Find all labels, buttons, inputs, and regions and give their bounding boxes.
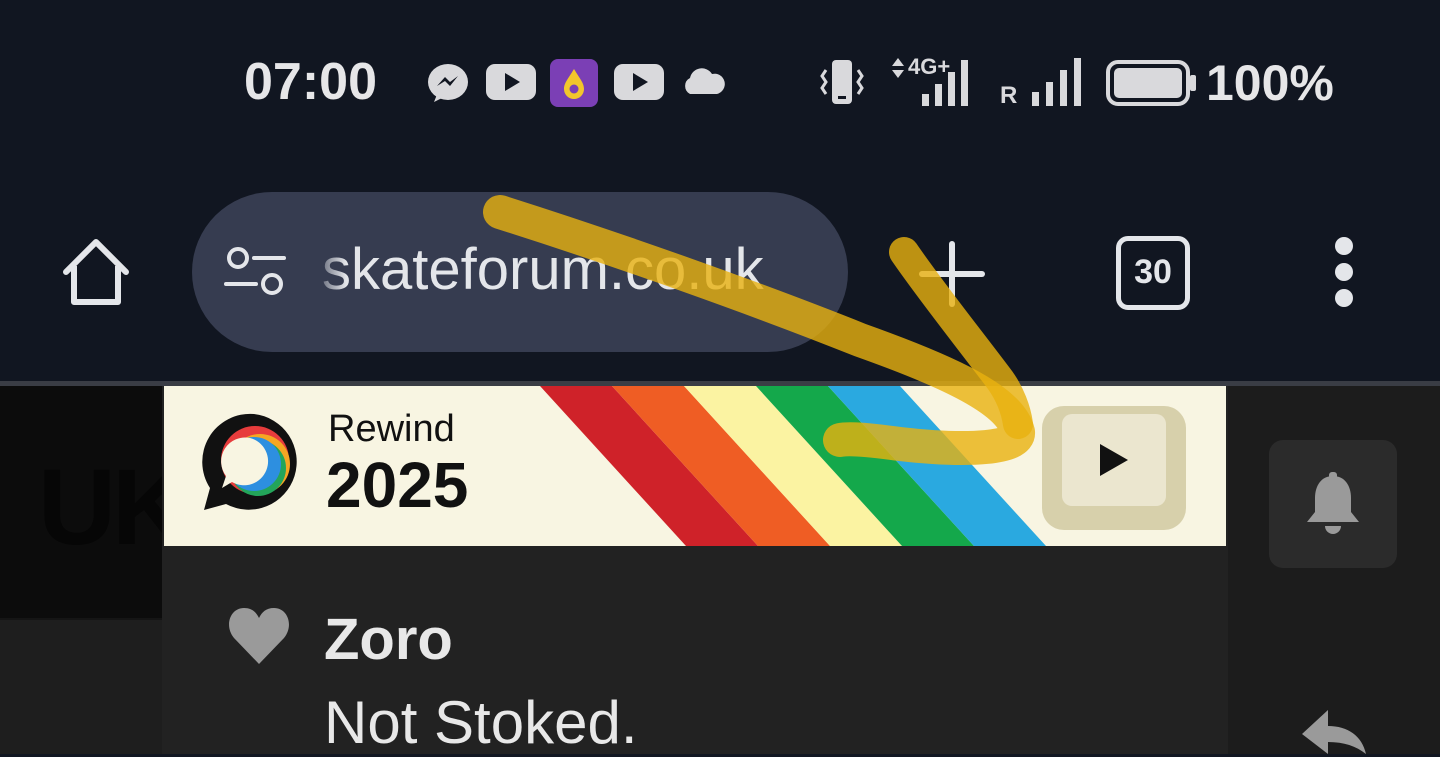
comment-author[interactable]: Zoro	[324, 606, 453, 673]
vibrate-icon	[820, 60, 864, 104]
site-sidebar	[0, 620, 162, 754]
rewind-year: 2025	[326, 449, 469, 521]
comments-widget: Rewind 2025 Zoro Not Stoked.	[162, 386, 1228, 756]
cloud-icon	[685, 68, 725, 94]
youtube-icon	[614, 64, 664, 100]
address-bar[interactable]: skateforum.co.uk	[192, 192, 848, 352]
home-icon[interactable]	[58, 234, 134, 310]
disqus-logo-icon	[202, 413, 297, 510]
url-fade	[310, 222, 346, 322]
network-type-label: 4G+	[908, 54, 951, 79]
play-button-face	[1062, 414, 1166, 506]
bell-icon	[1307, 472, 1359, 534]
purple-app-icon	[550, 59, 598, 107]
site-settings-icon[interactable]	[224, 244, 286, 300]
site-header: UK	[0, 386, 190, 618]
browser-toolbar: skateforum.co.uk 30	[0, 160, 1440, 382]
status-time: 07:00	[244, 53, 377, 111]
comment-body: Not Stoked.	[324, 689, 638, 756]
url-text[interactable]: skateforum.co.uk	[322, 236, 764, 303]
heart-icon[interactable]	[226, 606, 292, 666]
rewind-label: Rewind	[328, 408, 455, 450]
messenger-icon	[428, 64, 468, 102]
network-type-icon: 4G+	[888, 54, 978, 110]
battery-percent: 100%	[1206, 55, 1334, 111]
youtube-icon	[486, 64, 536, 100]
roaming-signal-icon: R	[998, 56, 1088, 109]
tab-switcher-button[interactable]: 30	[1116, 236, 1190, 310]
more-vert-icon[interactable]	[1326, 234, 1362, 314]
web-page: UK Rewind 2025 Zoro Not Stoked.	[0, 386, 1440, 756]
rewind-banner[interactable]: Rewind 2025	[164, 386, 1226, 546]
reply-icon[interactable]	[1298, 708, 1370, 754]
notification-button[interactable]	[1269, 440, 1397, 568]
play-icon	[1100, 444, 1128, 476]
status-bar: 07:00 4G+ R 100%	[0, 0, 1440, 160]
tab-count: 30	[1134, 253, 1172, 291]
battery-icon	[1106, 60, 1196, 106]
play-button[interactable]	[1042, 406, 1186, 530]
new-tab-icon[interactable]	[916, 238, 988, 310]
